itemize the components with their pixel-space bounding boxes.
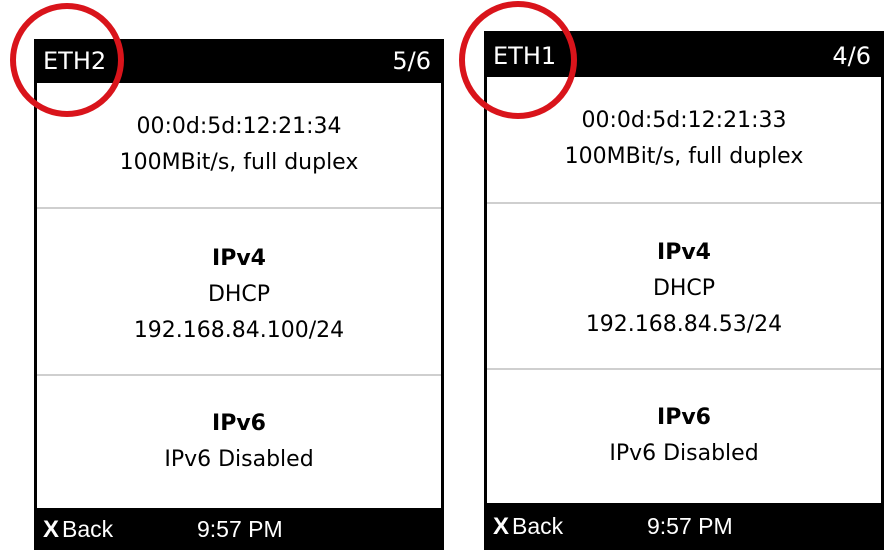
ipv6-heading: IPv6 — [657, 405, 711, 430]
ipv6-section: IPv6 IPv6 Disabled — [37, 406, 441, 478]
device-screen-eth2: ETH2 5/6 00:0d:5d:12:21:34 100MBit/s, fu… — [34, 39, 444, 550]
ipv6-status: IPv6 Disabled — [164, 447, 314, 472]
ipv4-section: IPv4 DHCP 192.168.84.100/24 — [37, 241, 441, 349]
mac-address: 00:0d:5d:12:21:34 — [136, 114, 342, 139]
clock-time: 9:57 PM — [197, 516, 283, 542]
page-indicator: 4/6 — [832, 42, 871, 70]
ipv4-mode: DHCP — [207, 282, 271, 307]
link-speed: 100MBit/s, full duplex — [564, 144, 804, 169]
section-divider — [37, 207, 441, 209]
clock-time: 9:57 PM — [647, 513, 733, 539]
ipv4-section: IPv4 DHCP 192.168.84.53/24 — [487, 235, 881, 343]
screen-header: ETH1 4/6 — [487, 31, 881, 77]
link-speed: 100MBit/s, full duplex — [119, 150, 359, 175]
ipv4-heading: IPv4 — [657, 240, 711, 265]
back-button[interactable]: X Back — [493, 503, 563, 550]
close-icon: X — [493, 513, 510, 540]
back-button[interactable]: X Back — [43, 508, 113, 550]
screenshot-stage: ETH2 5/6 00:0d:5d:12:21:34 100MBit/s, fu… — [0, 0, 884, 550]
ipv4-heading: IPv4 — [212, 246, 266, 271]
ipv4-address: 192.168.84.53/24 — [585, 312, 783, 337]
close-icon: X — [43, 516, 60, 543]
device-screen-eth1: ETH1 4/6 00:0d:5d:12:21:33 100MBit/s, fu… — [484, 31, 884, 550]
interface-name: ETH2 — [43, 47, 107, 75]
link-info-section: 00:0d:5d:12:21:34 100MBit/s, full duplex — [37, 109, 441, 181]
ipv4-mode: DHCP — [652, 276, 716, 301]
screen-footer: X Back 9:57 PM — [487, 503, 881, 550]
page-indicator: 5/6 — [392, 47, 431, 75]
interface-name: ETH1 — [493, 42, 557, 70]
ipv4-address: 192.168.84.100/24 — [133, 318, 345, 343]
back-label: Back — [512, 513, 564, 539]
section-divider — [487, 202, 881, 204]
section-divider — [487, 368, 881, 370]
mac-address: 00:0d:5d:12:21:33 — [581, 108, 787, 133]
section-divider — [37, 374, 441, 376]
screen-header: ETH2 5/6 — [37, 39, 441, 83]
back-label: Back — [62, 516, 114, 542]
screen-footer: X Back 9:57 PM — [37, 508, 441, 550]
link-info-section: 00:0d:5d:12:21:33 100MBit/s, full duplex — [487, 103, 881, 175]
ipv6-section: IPv6 IPv6 Disabled — [487, 400, 881, 472]
ipv6-heading: IPv6 — [212, 411, 266, 436]
ipv6-status: IPv6 Disabled — [609, 441, 759, 466]
